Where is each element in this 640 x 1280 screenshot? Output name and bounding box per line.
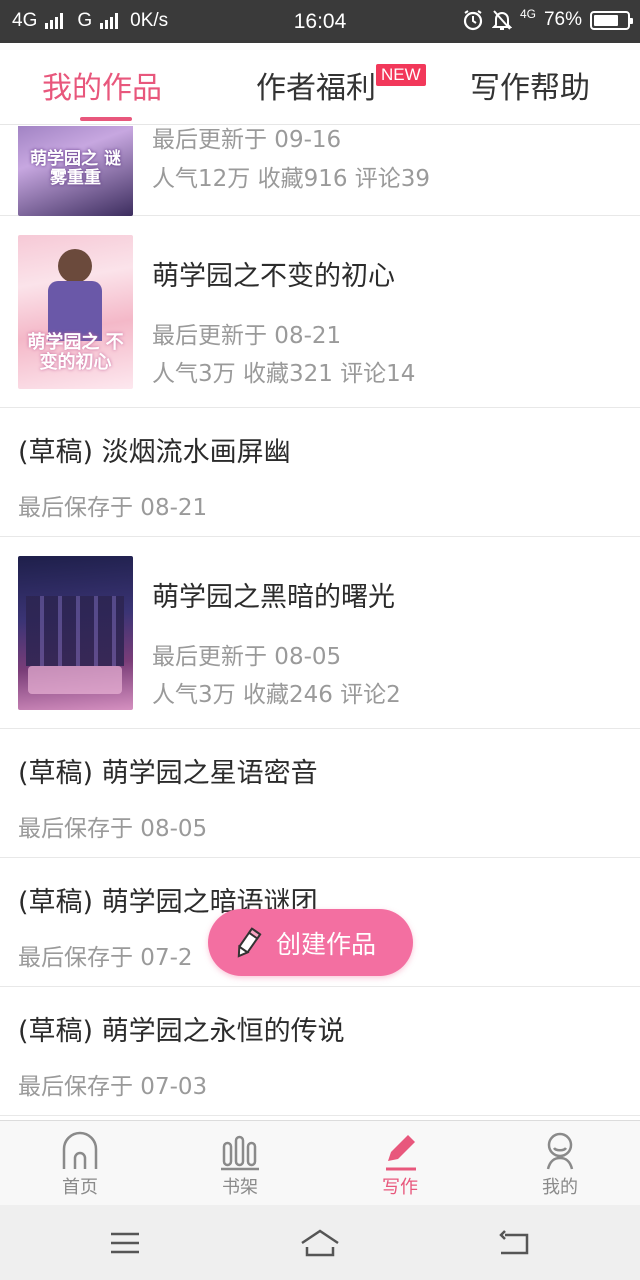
home-icon <box>62 1131 98 1169</box>
work-title: 萌学园之黑暗的曙光 <box>152 582 395 613</box>
draft-title: (草稿) 萌学园之星语密音 <box>18 758 318 789</box>
work-item[interactable]: 萌学园之 不变的初心 萌学园之不变的初心 最后更新于 08-21 人气3万 收藏… <box>0 216 640 408</box>
update-time: 最后更新于 08-21 <box>152 323 342 349</box>
mute-bell-icon <box>491 10 512 30</box>
pencil-icon <box>237 926 262 958</box>
network-type-right: 4G <box>519 7 536 21</box>
home-icon[interactable] <box>300 1223 340 1263</box>
tab-author-benefits[interactable]: 作者福利 <box>256 63 376 107</box>
cover-title: 萌学园之 不变的初心 <box>27 332 124 373</box>
create-work-label: 创建作品 <box>276 929 377 959</box>
new-badge: NEW <box>376 64 426 86</box>
work-stats: 人气3万 收藏321 评论14 <box>152 361 416 387</box>
alarm-icon <box>463 10 483 31</box>
cover-figures <box>26 596 124 666</box>
draft-title: (草稿) 淡烟流水画屏幽 <box>18 437 291 468</box>
system-nav-bar <box>0 1205 640 1280</box>
nav-home[interactable]: 首页 <box>0 1121 160 1206</box>
status-right: 4G 76% <box>462 7 633 31</box>
work-title: 萌学园之不变的初心 <box>152 261 395 292</box>
nav-home-label: 首页 <box>62 1177 98 1198</box>
save-time: 最后保存于 08-05 <box>18 816 208 842</box>
profile-icon <box>546 1132 574 1170</box>
nav-write[interactable]: 写作 <box>320 1121 480 1206</box>
nav-write-label: 写作 <box>382 1177 418 1198</box>
save-time: 最后保存于 07-2 <box>18 945 193 971</box>
app-screen: { "status_bar": { "network": "4G", "netw… <box>0 0 640 1280</box>
work-item[interactable]: 萌学园之 谜雾重重 最后更新于 09-16 人气12万 收藏916 评论39 <box>0 126 640 216</box>
battery-icon <box>590 10 633 30</box>
bottom-nav: 首页 书架 写作 我的 <box>0 1120 640 1205</box>
book-cover: 萌学园之 谜雾重重 <box>18 126 133 216</box>
save-time: 最后保存于 07-03 <box>18 1074 208 1100</box>
back-icon[interactable] <box>495 1223 535 1263</box>
work-item[interactable]: 萌学园之黑暗的曙光 最后更新于 08-05 人气3万 收藏246 评论2 <box>0 537 640 729</box>
cover-figure-head <box>58 249 92 283</box>
cover-title-band <box>28 666 122 694</box>
draft-item[interactable]: (草稿) 淡烟流水画屏幽 最后保存于 08-21 <box>0 408 640 537</box>
draft-item[interactable]: (草稿) 萌学园之永恒的传说 最后保存于 07-03 <box>0 987 640 1116</box>
menu-icon[interactable] <box>105 1223 145 1263</box>
battery-level <box>594 14 619 26</box>
draft-item[interactable]: (草稿) 萌学园之星语密音 最后保存于 08-05 <box>0 729 640 858</box>
book-cover: 萌学园之 不变的初心 <box>18 235 133 389</box>
book-cover <box>18 556 133 710</box>
cover-title: 萌学园之 谜雾重重 <box>30 149 121 188</box>
active-tab-indicator <box>80 117 132 121</box>
update-time: 最后更新于 08-05 <box>152 644 342 670</box>
top-tabs: 我的作品 作者福利 NEW 写作帮助 <box>0 43 640 125</box>
tab-my-works[interactable]: 我的作品 <box>42 63 162 107</box>
battery-percent: 76% <box>543 9 582 30</box>
status-bar: 4G G 0K/s 16:04 4G 76% <box>0 0 640 43</box>
nav-bookshelf-label: 书架 <box>222 1177 258 1198</box>
tab-writing-help[interactable]: 写作帮助 <box>470 63 590 107</box>
save-time: 最后保存于 08-21 <box>18 495 208 521</box>
update-time: 最后更新于 09-16 <box>152 127 342 153</box>
nav-profile-label: 我的 <box>542 1177 578 1198</box>
nav-profile[interactable]: 我的 <box>480 1121 640 1206</box>
nav-bookshelf[interactable]: 书架 <box>160 1121 320 1206</box>
bookshelf-icon <box>221 1135 259 1171</box>
work-stats: 人气3万 收藏246 评论2 <box>152 682 401 708</box>
pencil-icon <box>386 1135 416 1171</box>
work-stats: 人气12万 收藏916 评论39 <box>152 166 431 192</box>
create-work-button[interactable]: 创建作品 <box>208 909 413 976</box>
draft-title: (草稿) 萌学园之永恒的传说 <box>18 1016 345 1047</box>
